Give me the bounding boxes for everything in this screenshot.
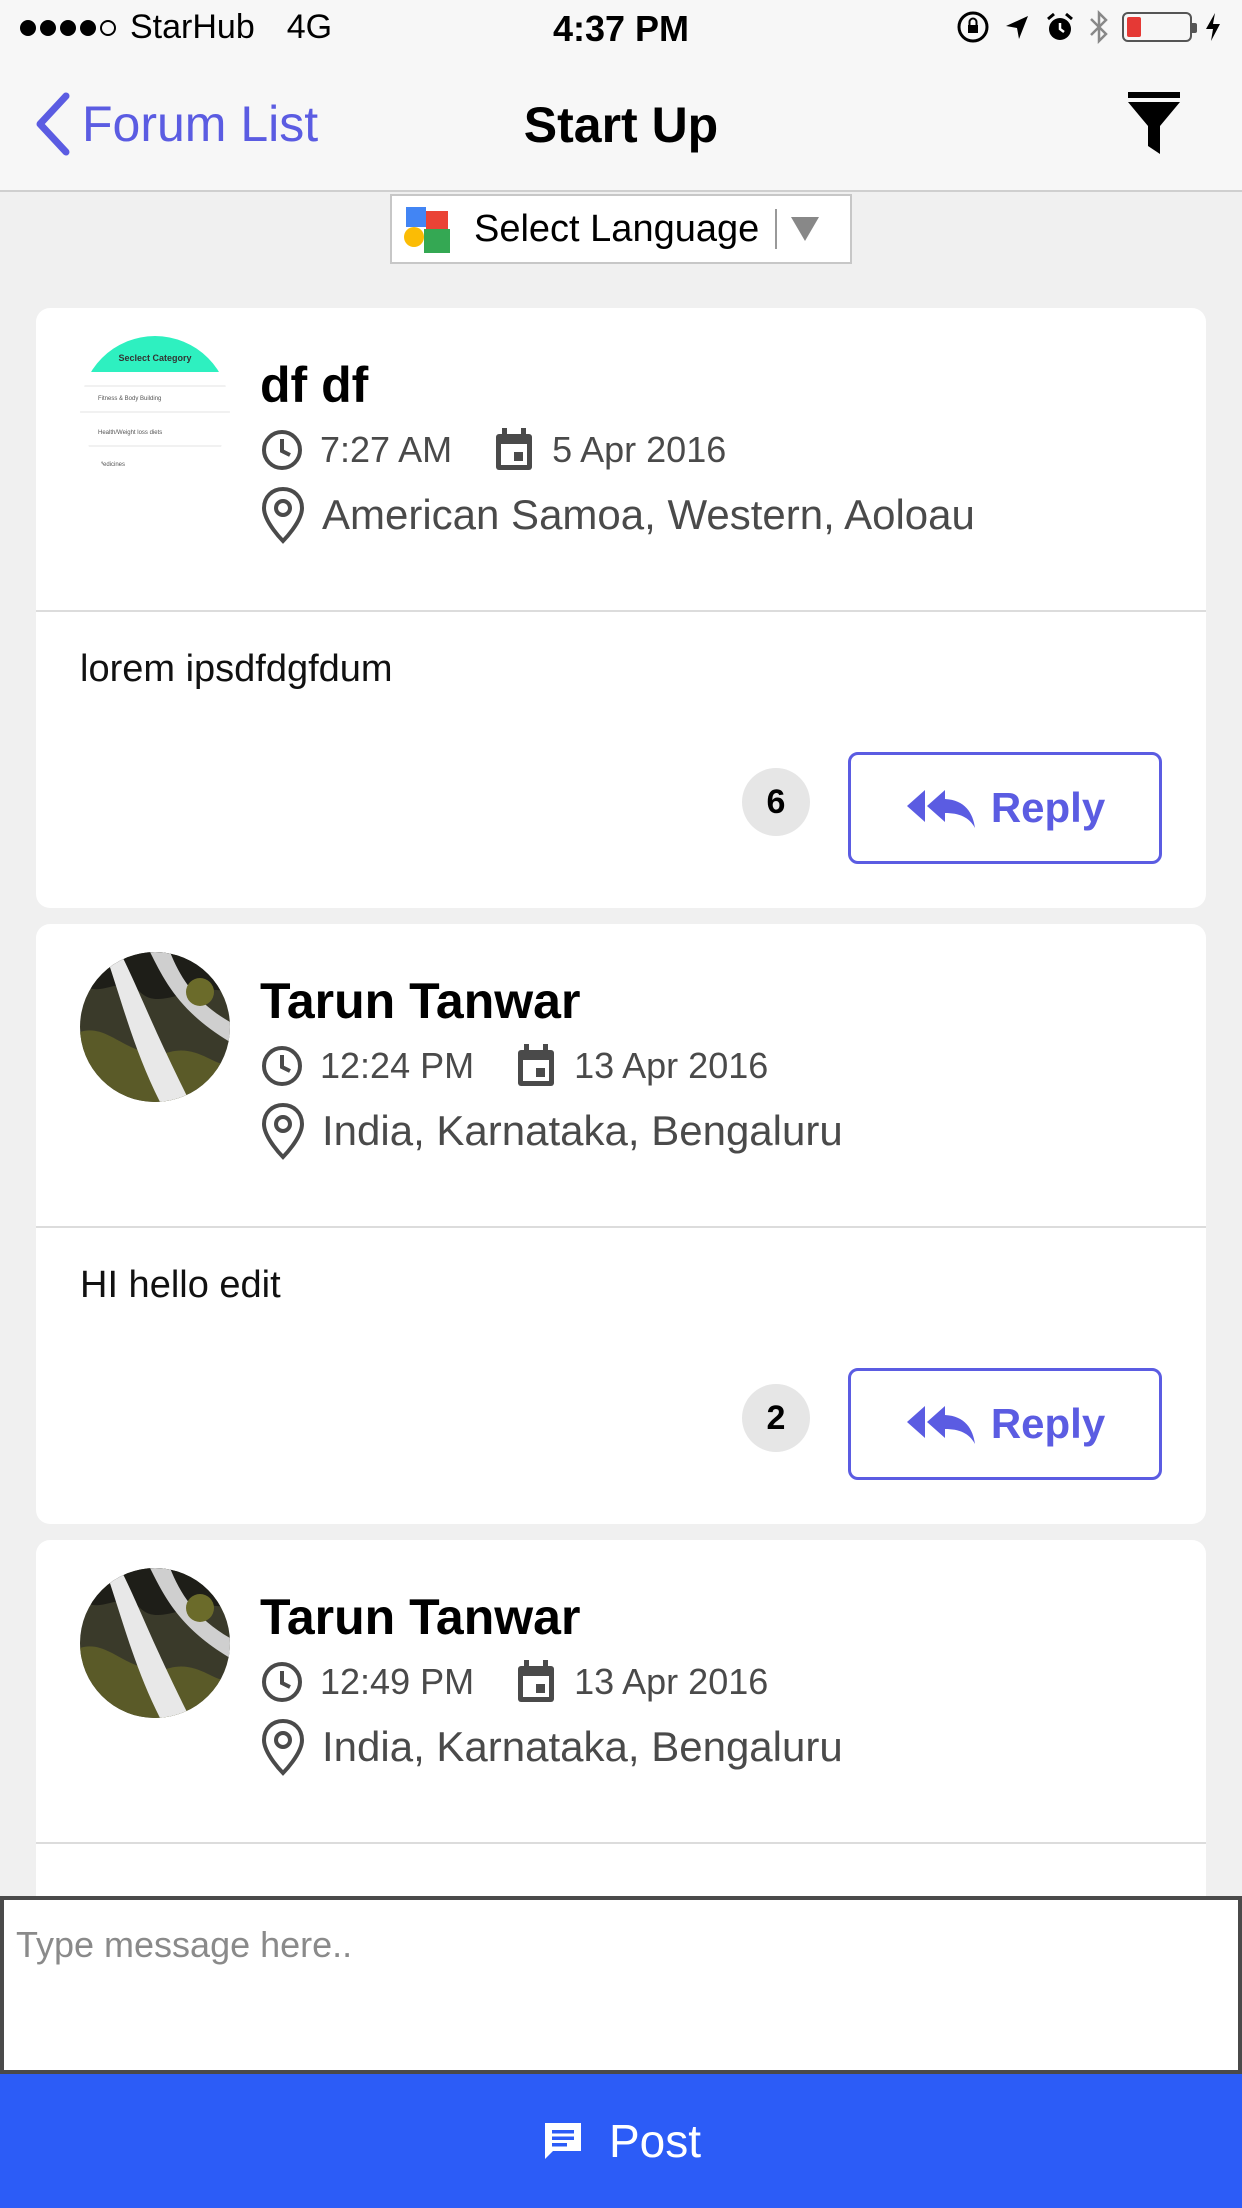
post-date: 13 Apr 2016 bbox=[574, 1045, 769, 1086]
calendar-icon bbox=[496, 428, 533, 470]
post-location-row: India, Karnataka, Bengaluru bbox=[260, 1102, 843, 1160]
post-location-row: American Samoa, Western, Aoloau bbox=[260, 486, 975, 544]
post-time: 12:49 PM bbox=[320, 1661, 475, 1702]
status-bar: StarHub 4G 4:37 PM bbox=[0, 0, 1242, 60]
reply-button[interactable]: Reply bbox=[848, 752, 1162, 864]
post-location: India, Karnataka, Bengaluru bbox=[322, 1107, 843, 1154]
filter-icon bbox=[1128, 92, 1180, 154]
alarm-icon bbox=[1047, 12, 1073, 40]
post-time-row: 7:27 AM 5 Apr 2016 bbox=[260, 426, 726, 474]
filter-button[interactable] bbox=[1126, 90, 1182, 161]
clock-icon bbox=[262, 430, 302, 470]
rotation-lock-icon bbox=[957, 11, 989, 43]
message-icon bbox=[544, 2123, 581, 2159]
navigation-bar: Forum List Start Up bbox=[0, 60, 1242, 192]
avatar[interactable] bbox=[80, 1568, 230, 1718]
status-icons bbox=[956, 10, 1222, 44]
post-location-row: India, Karnataka, Bengaluru bbox=[260, 1718, 843, 1776]
author-name: Tarun Tanwar bbox=[260, 973, 581, 1029]
avatar[interactable]: Seclect Category Fitness & Body Building… bbox=[80, 336, 230, 486]
post-message: HI hello edit bbox=[80, 1264, 281, 1306]
reply-count-badge: 6 bbox=[742, 768, 810, 836]
forum-post-card: Tarun Tanwar 12:24 PM 13 Apr 2016 India,… bbox=[36, 924, 1206, 1524]
post-date: 5 Apr 2016 bbox=[552, 429, 727, 470]
location-pin-icon bbox=[261, 1718, 305, 1776]
author-name: df df bbox=[260, 357, 369, 413]
message-input[interactable] bbox=[4, 1900, 1238, 2070]
post-header: Seclect Category Fitness & Body Building… bbox=[36, 308, 1206, 612]
post-message: lorem ipsdfdgfdum bbox=[80, 648, 393, 690]
page-title: Start Up bbox=[523, 97, 719, 153]
forum-post-card: Seclect Category Fitness & Body Building… bbox=[36, 308, 1206, 908]
reply-all-icon bbox=[906, 790, 975, 828]
post-date: 13 Apr 2016 bbox=[574, 1661, 769, 1702]
post-time-row: 12:24 PM 13 Apr 2016 bbox=[260, 1042, 768, 1090]
battery-icon bbox=[1122, 12, 1197, 42]
post-time: 12:24 PM bbox=[320, 1045, 475, 1086]
post-location: India, Karnataka, Bengaluru bbox=[322, 1723, 843, 1770]
avatar[interactable] bbox=[80, 952, 230, 1102]
charging-bolt-icon bbox=[1206, 13, 1220, 41]
post-header: Tarun Tanwar 12:49 PM 13 Apr 2016 India,… bbox=[36, 1540, 1206, 1844]
divider bbox=[775, 209, 778, 249]
google-translate-icon bbox=[402, 203, 454, 255]
post-label: Post bbox=[608, 2115, 702, 2167]
forum-post-card: Tarun Tanwar 12:49 PM 13 Apr 2016 India,… bbox=[36, 1540, 1206, 1940]
dropdown-arrow-icon bbox=[791, 217, 820, 241]
language-label: Select Language bbox=[474, 207, 760, 250]
language-select[interactable]: Select Language bbox=[390, 194, 852, 264]
avatar-caption-item: Fitness & Body Building bbox=[98, 396, 161, 402]
avatar-caption-title: Seclect Category bbox=[118, 353, 191, 363]
reply-all-icon bbox=[906, 1406, 975, 1444]
clock-icon bbox=[262, 1662, 302, 1702]
reply-label: Reply bbox=[990, 784, 1106, 831]
location-pin-icon bbox=[261, 486, 305, 544]
avatar-caption-item: Health/Weight loss diets bbox=[98, 430, 162, 436]
clock-icon bbox=[262, 1046, 302, 1086]
location-arrow-icon bbox=[1006, 16, 1028, 39]
reply-count-badge: 2 bbox=[742, 1384, 810, 1452]
author-name: Tarun Tanwar bbox=[260, 1589, 581, 1645]
post-time: 7:27 AM bbox=[320, 429, 453, 470]
bluetooth-icon bbox=[1090, 10, 1108, 44]
location-pin-icon bbox=[261, 1102, 305, 1160]
avatar-caption-item: Medicines bbox=[98, 462, 125, 468]
post-time-row: 12:49 PM 13 Apr 2016 bbox=[260, 1658, 768, 1706]
post-body: HI hello edit 2 Reply bbox=[36, 1228, 1206, 1514]
calendar-icon bbox=[518, 1044, 555, 1086]
reply-label: Reply bbox=[990, 1400, 1106, 1447]
post-location: American Samoa, Western, Aoloau bbox=[322, 491, 975, 538]
calendar-icon bbox=[518, 1660, 555, 1702]
post-button[interactable]: Post bbox=[0, 2074, 1242, 2208]
post-body: lorem ipsdfdgfdum 6 Reply bbox=[36, 612, 1206, 898]
reply-button[interactable]: Reply bbox=[848, 1368, 1162, 1480]
post-header: Tarun Tanwar 12:24 PM 13 Apr 2016 India,… bbox=[36, 924, 1206, 1228]
message-input-container bbox=[0, 1896, 1242, 2074]
